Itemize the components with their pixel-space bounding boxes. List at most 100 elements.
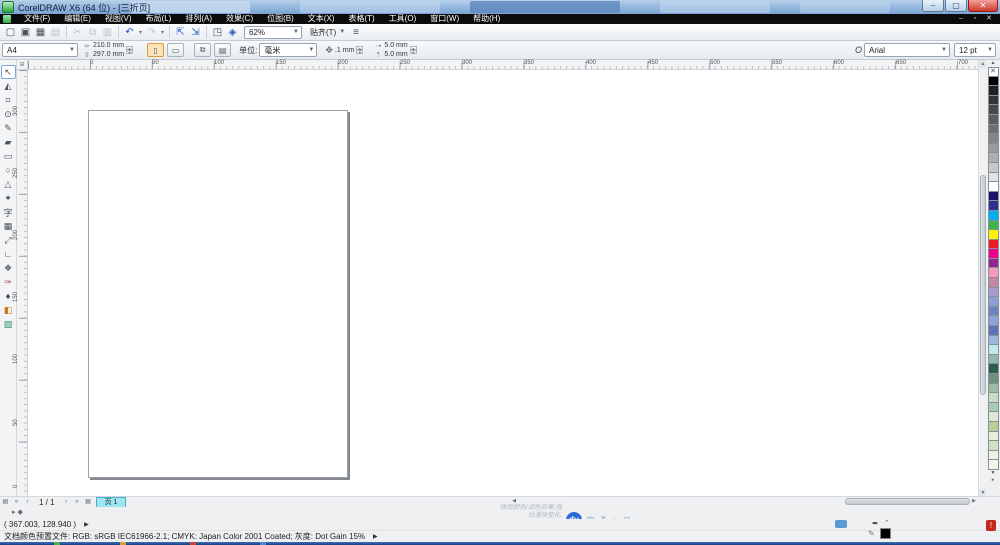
portrait-orientation-button[interactable]: ▯ [147,43,165,57]
fill-color-indicator[interactable] [880,528,891,539]
maximize-button[interactable]: ▢ [945,0,967,12]
outline-pen-icon[interactable]: ✒ [872,519,879,528]
color-swatch[interactable] [987,86,999,96]
tool-icon[interactable]: ❖ [1,261,16,275]
color-swatch[interactable] [987,95,999,106]
menu-item[interactable]: 工具(O) [382,14,424,24]
menu-item[interactable]: 窗口(W) [423,14,466,24]
ruler-origin-button[interactable]: ⊞ [17,60,28,70]
tool-icon[interactable]: ∟ [1,247,16,261]
toolbar-button[interactable]: ▤ [48,25,63,39]
menu-item[interactable]: 视图(V) [98,14,139,24]
toolbar-button[interactable] [169,26,170,38]
font-size-combo[interactable]: 12 pt ▼ [954,43,996,57]
add-page-button-2[interactable]: ▤ [83,497,94,507]
drawing-canvas[interactable] [28,70,978,496]
snap-to-dropdown[interactable]: 贴齐(T) ▼ [306,26,349,39]
palette-expand-icon[interactable]: ▸ [992,477,995,484]
color-swatch[interactable] [987,335,999,346]
color-swatch[interactable] [987,172,999,183]
color-swatch[interactable] [987,450,999,461]
doc-restore-button[interactable]: ▫ [968,14,982,24]
duplicate-y-field[interactable]: ⇡ 5.0 mm [375,50,407,59]
toolbar-button[interactable]: ▢ [3,25,18,39]
title-bar[interactable]: CorelDRAW X6 (64 位) - [三折页] – ▢ ✕ [0,0,1000,14]
menu-item[interactable]: 效果(C) [219,14,260,24]
options-icon[interactable]: ≡ [353,27,359,38]
expand-arrow-icon[interactable]: ▶ [84,521,89,528]
color-swatch[interactable] [987,258,999,269]
color-swatch[interactable] [987,143,999,154]
page-width-field[interactable]: ⬄ 210.0 mm [84,41,124,50]
tool-icon[interactable]: ▰ [1,135,16,149]
color-swatch[interactable] [987,354,999,365]
toolbar-button[interactable] [206,26,207,38]
duplicate-spinner[interactable]: ▲ ▼ [409,46,417,55]
nudge-distance-field[interactable]: ✥ .1 mm ▲ ▼ [325,43,364,57]
menu-item[interactable]: 编辑(E) [57,14,98,24]
zoom-level-combo[interactable]: 62% ▼ [244,25,302,39]
color-swatch[interactable] [987,287,999,298]
color-swatch[interactable] [987,114,999,125]
tool-icon[interactable]: ✎ [1,121,16,135]
font-name-combo[interactable]: Arial ▼ [864,43,950,57]
next-page-button[interactable]: › [61,497,72,507]
add-page-button[interactable]: ▤ [0,497,11,507]
color-swatch[interactable] [987,162,999,173]
tool-icon[interactable]: ⌗ [1,93,16,107]
color-swatch[interactable] [987,383,999,394]
toolbar-button[interactable]: ⧉ [85,25,100,39]
page-size-combo[interactable]: A4 ▼ [2,43,78,57]
color-swatch[interactable] [987,374,999,384]
color-swatch[interactable] [987,278,999,288]
toolbar-button[interactable]: ↶ [122,25,137,39]
color-swatch[interactable] [987,402,999,413]
nudge-spinner[interactable]: ▲ ▼ [356,46,364,55]
scroll-right-arrow[interactable]: ▶ [970,497,978,506]
landscape-orientation-button[interactable]: ▭ [167,43,185,57]
toolbar-button[interactable]: ▣ [18,25,33,39]
color-swatch[interactable] [987,153,999,163]
vertical-ruler[interactable]: 300 250 200 150 100 50 0 [13,70,28,496]
page-size-spinner[interactable]: ▲ ▼ [126,46,134,55]
menu-item[interactable]: 文本(X) [301,14,342,24]
alert-icon[interactable]: ! [986,520,996,531]
color-swatch[interactable] [987,239,999,250]
color-swatch[interactable] [987,105,999,115]
tool-icon[interactable]: ✦ [1,191,16,205]
vertical-scrollbar[interactable]: ▲ ▼ [978,60,987,497]
toolbar-button[interactable]: ▦ [33,25,48,39]
color-swatch[interactable] [987,67,999,77]
duplicate-x-field[interactable]: ⇢ 5.0 mm [375,41,407,50]
toolbar-button[interactable]: ▥ [100,25,115,39]
tool-icon[interactable]: ◭ [1,79,16,93]
color-swatch[interactable] [987,431,999,442]
all-pages-size-button[interactable]: ⧉ [194,43,212,57]
color-swatch[interactable] [987,220,999,231]
palette-scroll-down-icon[interactable]: ▼ [991,470,996,477]
page-tab[interactable]: 页 1 [95,497,127,507]
tool-icon[interactable]: ▨ [1,317,16,331]
color-swatch[interactable] [987,124,999,135]
color-swatch[interactable] [987,210,999,221]
toolbar-button[interactable]: ⇲ [188,25,203,39]
color-swatch[interactable] [987,441,999,451]
menu-item[interactable]: 位图(B) [260,14,301,24]
tool-icon[interactable]: 字 [1,205,16,219]
color-swatch[interactable] [987,316,999,327]
color-swatch[interactable] [987,297,999,307]
menu-item[interactable]: 排列(A) [178,14,219,24]
menu-item[interactable]: 表格(T) [341,14,381,24]
color-swatch[interactable] [987,393,999,403]
menu-item[interactable]: 布局(L) [139,14,179,24]
tool-icon[interactable]: ✑ [1,275,16,289]
toolbar-button[interactable]: ⇱ [173,25,188,39]
color-swatch[interactable] [987,460,999,470]
color-swatch[interactable] [987,182,999,192]
last-page-button[interactable]: » [72,497,83,507]
previous-page-button[interactable]: ‹ [22,497,33,507]
color-swatch[interactable] [987,421,999,432]
color-swatch[interactable] [987,249,999,259]
color-swatch[interactable] [987,201,999,211]
color-swatch[interactable] [987,191,999,202]
